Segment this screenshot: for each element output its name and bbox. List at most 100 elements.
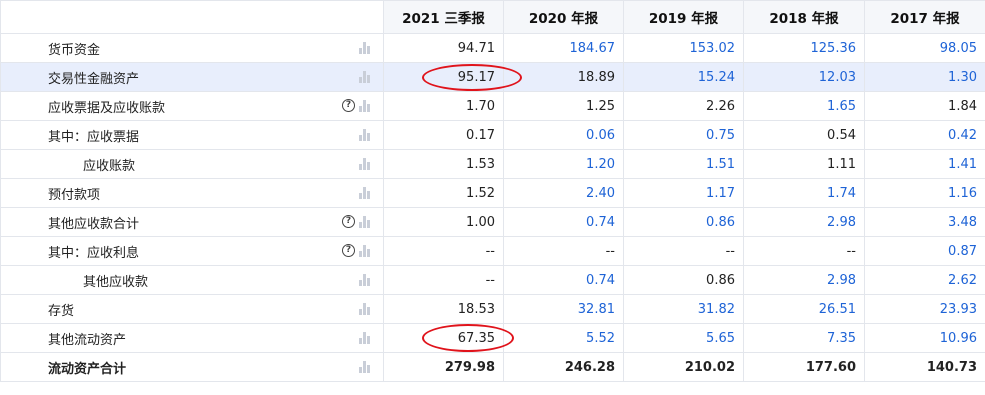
value-cell[interactable]: 7.35 bbox=[743, 323, 865, 353]
value-cell[interactable]: 1.51 bbox=[623, 149, 744, 179]
value-cell: 140.73 bbox=[864, 352, 985, 382]
table-row: 交易性金融资产 95.17 18.89 15.24 12.03 1.30 bbox=[0, 62, 985, 92]
table-row: 存货 18.53 32.81 31.82 26.51 23.93 bbox=[0, 294, 985, 324]
row-label: 货币资金 bbox=[48, 42, 101, 58]
value-cell[interactable]: 2.62 bbox=[864, 265, 985, 295]
value-cell[interactable]: 32.81 bbox=[503, 294, 624, 324]
bar-chart-icon[interactable] bbox=[359, 361, 371, 373]
value-cell: 1.11 bbox=[743, 149, 865, 179]
value-cell: 1.25 bbox=[503, 91, 624, 121]
row-label-cell: 交易性金融资产 bbox=[0, 62, 384, 92]
row-label: 流动资产合计 bbox=[48, 361, 127, 377]
value-cell: 95.17 bbox=[383, 62, 522, 92]
balance-sheet-table: 2021 三季报 2020 年报 2019 年报 2018 年报 2017 年报… bbox=[0, 0, 985, 382]
value-cell[interactable]: 0.74 bbox=[503, 207, 624, 237]
bar-chart-icon[interactable] bbox=[359, 129, 371, 141]
value-cell[interactable]: 0.42 bbox=[864, 120, 985, 150]
help-circle-icon[interactable]: ? bbox=[342, 244, 355, 257]
row-label-cell: 存货 bbox=[0, 294, 384, 324]
row-label: 其他应收款 bbox=[83, 274, 149, 290]
bar-chart-icon[interactable] bbox=[359, 303, 371, 315]
value-cell[interactable]: 26.51 bbox=[743, 294, 865, 324]
value-cell[interactable]: 0.86 bbox=[623, 207, 744, 237]
bar-chart-icon[interactable] bbox=[359, 158, 371, 170]
value-cell: 94.71 bbox=[383, 33, 504, 63]
value-cell[interactable]: 15.24 bbox=[623, 62, 744, 92]
value-cell[interactable]: 5.52 bbox=[503, 323, 624, 353]
column-header[interactable]: 2021 三季报 bbox=[383, 0, 504, 34]
row-label-cell: 其他应收款合计 ? bbox=[0, 207, 384, 237]
value-cell: 18.53 bbox=[383, 294, 504, 324]
value-cell[interactable]: 0.74 bbox=[503, 265, 624, 295]
value-cell[interactable]: 125.36 bbox=[743, 33, 865, 63]
value-cell[interactable]: 1.41 bbox=[864, 149, 985, 179]
bar-chart-icon[interactable] bbox=[359, 332, 371, 344]
bar-chart-icon[interactable] bbox=[359, 274, 371, 286]
value-cell[interactable]: 0.06 bbox=[503, 120, 624, 150]
row-label: 其他应收款合计 bbox=[48, 216, 140, 232]
row-label: 预付款项 bbox=[48, 187, 101, 203]
value-cell[interactable]: 1.74 bbox=[743, 178, 865, 208]
value-cell: 1.53 bbox=[383, 149, 504, 179]
value-cell[interactable]: 1.30 bbox=[864, 62, 985, 92]
value-cell: 1.70 bbox=[383, 91, 504, 121]
column-header[interactable]: 2019 年报 bbox=[623, 0, 744, 34]
value-cell[interactable]: 12.03 bbox=[743, 62, 865, 92]
value-cell: -- bbox=[743, 236, 865, 266]
row-label-cell: 预付款项 bbox=[0, 178, 384, 208]
value-cell[interactable]: 2.98 bbox=[743, 265, 865, 295]
value-cell[interactable]: 3.48 bbox=[864, 207, 985, 237]
bar-chart-icon[interactable] bbox=[359, 245, 371, 257]
bar-chart-icon[interactable] bbox=[359, 42, 371, 54]
value-cell[interactable]: 23.93 bbox=[864, 294, 985, 324]
table-row: 应收票据及应收账款 ? 1.70 1.25 2.26 1.65 1.84 bbox=[0, 91, 985, 121]
help-circle-icon[interactable]: ? bbox=[342, 215, 355, 228]
value-cell[interactable]: 153.02 bbox=[623, 33, 744, 63]
value-cell: 246.28 bbox=[503, 352, 624, 382]
value-cell[interactable]: 1.17 bbox=[623, 178, 744, 208]
row-label: 其中：应收票据 bbox=[48, 129, 140, 145]
row-label-cell: 其中：应收票据 bbox=[0, 120, 384, 150]
value-cell: -- bbox=[383, 265, 504, 295]
column-header[interactable]: 2018 年报 bbox=[743, 0, 865, 34]
value-cell[interactable]: 184.67 bbox=[503, 33, 624, 63]
value-cell: 177.60 bbox=[743, 352, 865, 382]
header-label-cell bbox=[0, 0, 384, 34]
bar-chart-icon[interactable] bbox=[359, 187, 371, 199]
value-cell: 1.52 bbox=[383, 178, 504, 208]
table-row: 应收账款 1.53 1.20 1.51 1.11 1.41 bbox=[0, 149, 985, 179]
row-label: 其他流动资产 bbox=[48, 332, 127, 348]
value-cell: 210.02 bbox=[623, 352, 744, 382]
value-cell[interactable]: 1.65 bbox=[743, 91, 865, 121]
row-label: 交易性金融资产 bbox=[48, 71, 140, 87]
table-row: 其他流动资产 67.35 5.52 5.65 7.35 10.96 bbox=[0, 323, 985, 353]
value-cell[interactable]: 31.82 bbox=[623, 294, 744, 324]
help-circle-icon[interactable]: ? bbox=[342, 99, 355, 112]
table-row: 其中：应收利息 ? -- -- -- -- 0.87 bbox=[0, 236, 985, 266]
table-row: 预付款项 1.52 2.40 1.17 1.74 1.16 bbox=[0, 178, 985, 208]
value-cell[interactable]: 5.65 bbox=[623, 323, 744, 353]
value-cell[interactable]: 10.96 bbox=[864, 323, 985, 353]
value-cell[interactable]: 0.87 bbox=[864, 236, 985, 266]
value-cell: 0.17 bbox=[383, 120, 504, 150]
bar-chart-icon[interactable] bbox=[359, 216, 371, 228]
table-row: 流动资产合计 279.98 246.28 210.02 177.60 140.7… bbox=[0, 352, 985, 382]
row-label: 应收账款 bbox=[83, 158, 136, 174]
value-cell[interactable]: 2.40 bbox=[503, 178, 624, 208]
value-cell: 1.84 bbox=[864, 91, 985, 121]
bar-chart-icon[interactable] bbox=[359, 100, 371, 112]
value-cell: -- bbox=[503, 236, 624, 266]
value-cell[interactable]: 0.75 bbox=[623, 120, 744, 150]
table-row: 货币资金 94.71 184.67 153.02 125.36 98.05 bbox=[0, 33, 985, 63]
value-cell: 67.35 bbox=[383, 323, 514, 353]
bar-chart-icon[interactable] bbox=[359, 71, 371, 83]
value-cell[interactable]: 1.16 bbox=[864, 178, 985, 208]
row-label-cell: 其他流动资产 bbox=[0, 323, 384, 353]
value-cell: -- bbox=[383, 236, 504, 266]
table-row: 其中：应收票据 0.17 0.06 0.75 0.54 0.42 bbox=[0, 120, 985, 150]
column-header[interactable]: 2020 年报 bbox=[503, 0, 624, 34]
value-cell[interactable]: 98.05 bbox=[864, 33, 985, 63]
value-cell[interactable]: 2.98 bbox=[743, 207, 865, 237]
value-cell[interactable]: 1.20 bbox=[503, 149, 624, 179]
column-header[interactable]: 2017 年报 bbox=[864, 0, 985, 34]
